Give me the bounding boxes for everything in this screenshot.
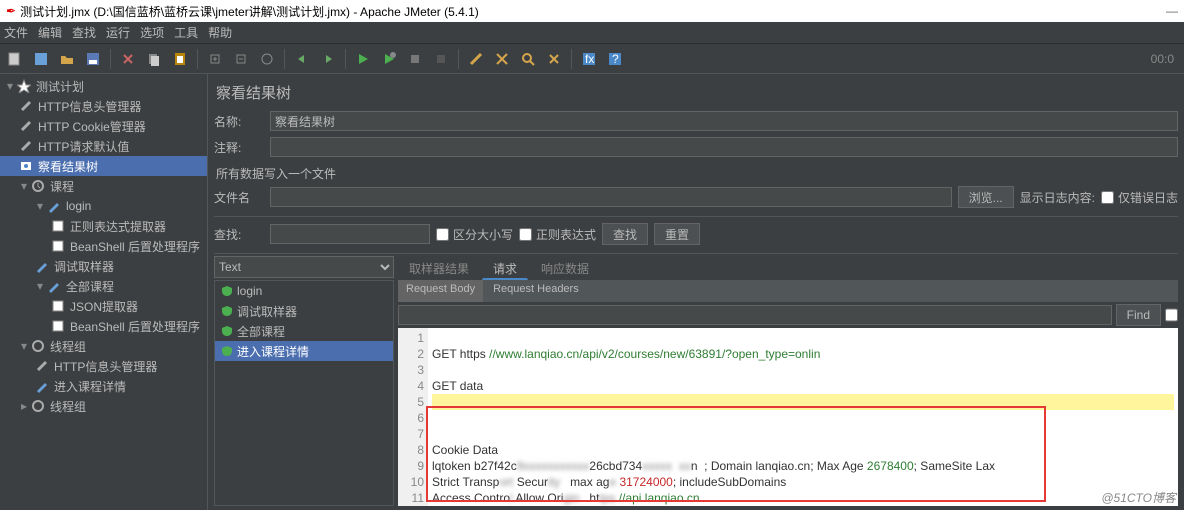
subtab-body[interactable]: Request Body xyxy=(398,280,483,302)
tree-view-results[interactable]: 察看结果树 xyxy=(0,156,207,176)
tree-login[interactable]: ▾login xyxy=(0,196,207,216)
menu-help[interactable]: 帮助 xyxy=(208,24,232,41)
menu-tools[interactable]: 工具 xyxy=(174,24,198,41)
new-icon[interactable] xyxy=(4,48,26,70)
tree-thread-group2[interactable]: ▸线程组 xyxy=(0,396,207,416)
allwrite-label: 所有数据写入一个文件 xyxy=(216,165,1178,182)
filename-label: 文件名 xyxy=(214,189,264,206)
test-plan-tree[interactable]: ▾测试计划 HTTP信息头管理器 HTTP Cookie管理器 HTTP请求默认… xyxy=(0,74,208,510)
erroronly-checkbox[interactable]: 仅错误日志 xyxy=(1101,189,1178,206)
result-entercourse[interactable]: 进入课程详情 xyxy=(215,341,393,361)
svg-text:fx: fx xyxy=(585,52,594,66)
tree-http-defaults[interactable]: HTTP请求默认值 xyxy=(0,136,207,156)
menu-bar: 文件 编辑 查找 运行 选项 工具 帮助 xyxy=(0,22,1184,44)
start-icon[interactable] xyxy=(352,48,374,70)
find-opt[interactable] xyxy=(1165,305,1178,325)
tree-course-group[interactable]: ▾课程 xyxy=(0,176,207,196)
save-icon[interactable] xyxy=(82,48,104,70)
clear-icon[interactable] xyxy=(465,48,487,70)
window-title: 测试计划.jmx (D:\国信蓝桥\蓝桥云课\jmeter讲解\测试计划.jmx… xyxy=(20,3,479,20)
tree-beanshell-post2[interactable]: BeanShell 后置处理程序 xyxy=(0,316,207,336)
name-label: 名称: xyxy=(214,113,264,130)
reset-button[interactable]: 重置 xyxy=(654,223,700,245)
undo-icon[interactable] xyxy=(291,48,313,70)
title-bar: ✒ 测试计划.jmx (D:\国信蓝桥\蓝桥云课\jmeter讲解\测试计划.j… xyxy=(0,0,1184,22)
watermark: @51CTO博客 xyxy=(1101,489,1176,506)
menu-options[interactable]: 选项 xyxy=(140,24,164,41)
collapse-icon[interactable] xyxy=(230,48,252,70)
filename-input[interactable] xyxy=(270,187,952,207)
search-tb-icon[interactable] xyxy=(517,48,539,70)
tree-debug-sampler[interactable]: 调试取样器 xyxy=(0,256,207,276)
shutdown-icon[interactable] xyxy=(430,48,452,70)
showlog-label: 显示日志内容: xyxy=(1020,189,1095,206)
panel-title: 察看结果树 xyxy=(214,78,1178,111)
tab-request[interactable]: 请求 xyxy=(482,256,528,280)
function-icon[interactable]: fx xyxy=(578,48,600,70)
toggle-icon[interactable] xyxy=(256,48,278,70)
result-tabs: 取样器结果 请求 响应数据 xyxy=(398,256,1178,280)
elapsed-timer: 00:0 xyxy=(1151,52,1174,66)
tab-sampler[interactable]: 取样器结果 xyxy=(398,256,480,280)
paste-icon[interactable] xyxy=(169,48,191,70)
search-button[interactable]: 查找 xyxy=(602,223,648,245)
tree-http-header-mgr[interactable]: HTTP信息头管理器 xyxy=(0,96,207,116)
tree-http-cookie-mgr[interactable]: HTTP Cookie管理器 xyxy=(0,116,207,136)
templates-icon[interactable] xyxy=(30,48,52,70)
tab-response[interactable]: 响应数据 xyxy=(530,256,600,280)
browse-button[interactable]: 浏览... xyxy=(958,186,1014,208)
minimize-icon[interactable]: — xyxy=(1166,4,1178,18)
tree-all-courses[interactable]: ▾全部课程 xyxy=(0,276,207,296)
start-notimers-icon[interactable] xyxy=(378,48,400,70)
tree-json-extractor[interactable]: JSON提取器 xyxy=(0,296,207,316)
result-login[interactable]: login xyxy=(215,281,393,301)
tree-enter-course[interactable]: 进入课程详情 xyxy=(0,376,207,396)
request-body-viewer[interactable]: 1234567891011 GET https GET https://www.… xyxy=(398,328,1178,506)
tree-root[interactable]: ▾测试计划 xyxy=(0,76,207,96)
menu-search[interactable]: 查找 xyxy=(72,24,96,41)
menu-edit[interactable]: 编辑 xyxy=(38,24,62,41)
tree-regex-extractor[interactable]: 正则表达式提取器 xyxy=(0,216,207,236)
search-input[interactable] xyxy=(270,224,430,244)
svg-text:?: ? xyxy=(612,52,619,66)
find-input[interactable] xyxy=(398,305,1112,325)
find-button[interactable]: Find xyxy=(1116,304,1161,326)
tree-http-header-mgr2[interactable]: HTTP信息头管理器 xyxy=(0,356,207,376)
help-icon[interactable]: ? xyxy=(604,48,626,70)
redo-icon[interactable] xyxy=(317,48,339,70)
line-gutter: 1234567891011 xyxy=(398,328,428,506)
clear-all-icon[interactable] xyxy=(491,48,513,70)
comment-label: 注释: xyxy=(214,139,264,156)
menu-run[interactable]: 运行 xyxy=(106,24,130,41)
tool-bar: fx ? 00:0 xyxy=(0,44,1184,74)
comment-input[interactable] xyxy=(270,137,1178,157)
stop-icon[interactable] xyxy=(404,48,426,70)
regex-checkbox[interactable]: 正则表达式 xyxy=(519,226,596,243)
tree-thread-group[interactable]: ▾线程组 xyxy=(0,336,207,356)
code-body: GET https GET https://www.lanqiao.cn/api… xyxy=(428,328,1178,506)
open-icon[interactable] xyxy=(56,48,78,70)
result-allcourses[interactable]: 全部课程 xyxy=(215,321,393,341)
jmeter-icon: ✒ xyxy=(6,4,16,18)
menu-file[interactable]: 文件 xyxy=(4,24,28,41)
request-subtabs: Request Body Request Headers xyxy=(398,280,1178,302)
result-debug[interactable]: 调试取样器 xyxy=(215,301,393,321)
cut-icon[interactable] xyxy=(117,48,139,70)
results-tree[interactable]: login 调试取样器 全部课程 进入课程详情 xyxy=(214,280,394,506)
copy-icon[interactable] xyxy=(143,48,165,70)
tree-beanshell-post1[interactable]: BeanShell 后置处理程序 xyxy=(0,236,207,256)
renderer-select[interactable]: Text xyxy=(214,256,394,278)
expand-icon[interactable] xyxy=(204,48,226,70)
case-checkbox[interactable]: 区分大小写 xyxy=(436,226,513,243)
reset-search-icon[interactable] xyxy=(543,48,565,70)
subtab-headers[interactable]: Request Headers xyxy=(485,280,587,302)
name-input[interactable] xyxy=(270,111,1178,131)
search-label: 查找: xyxy=(214,226,264,243)
